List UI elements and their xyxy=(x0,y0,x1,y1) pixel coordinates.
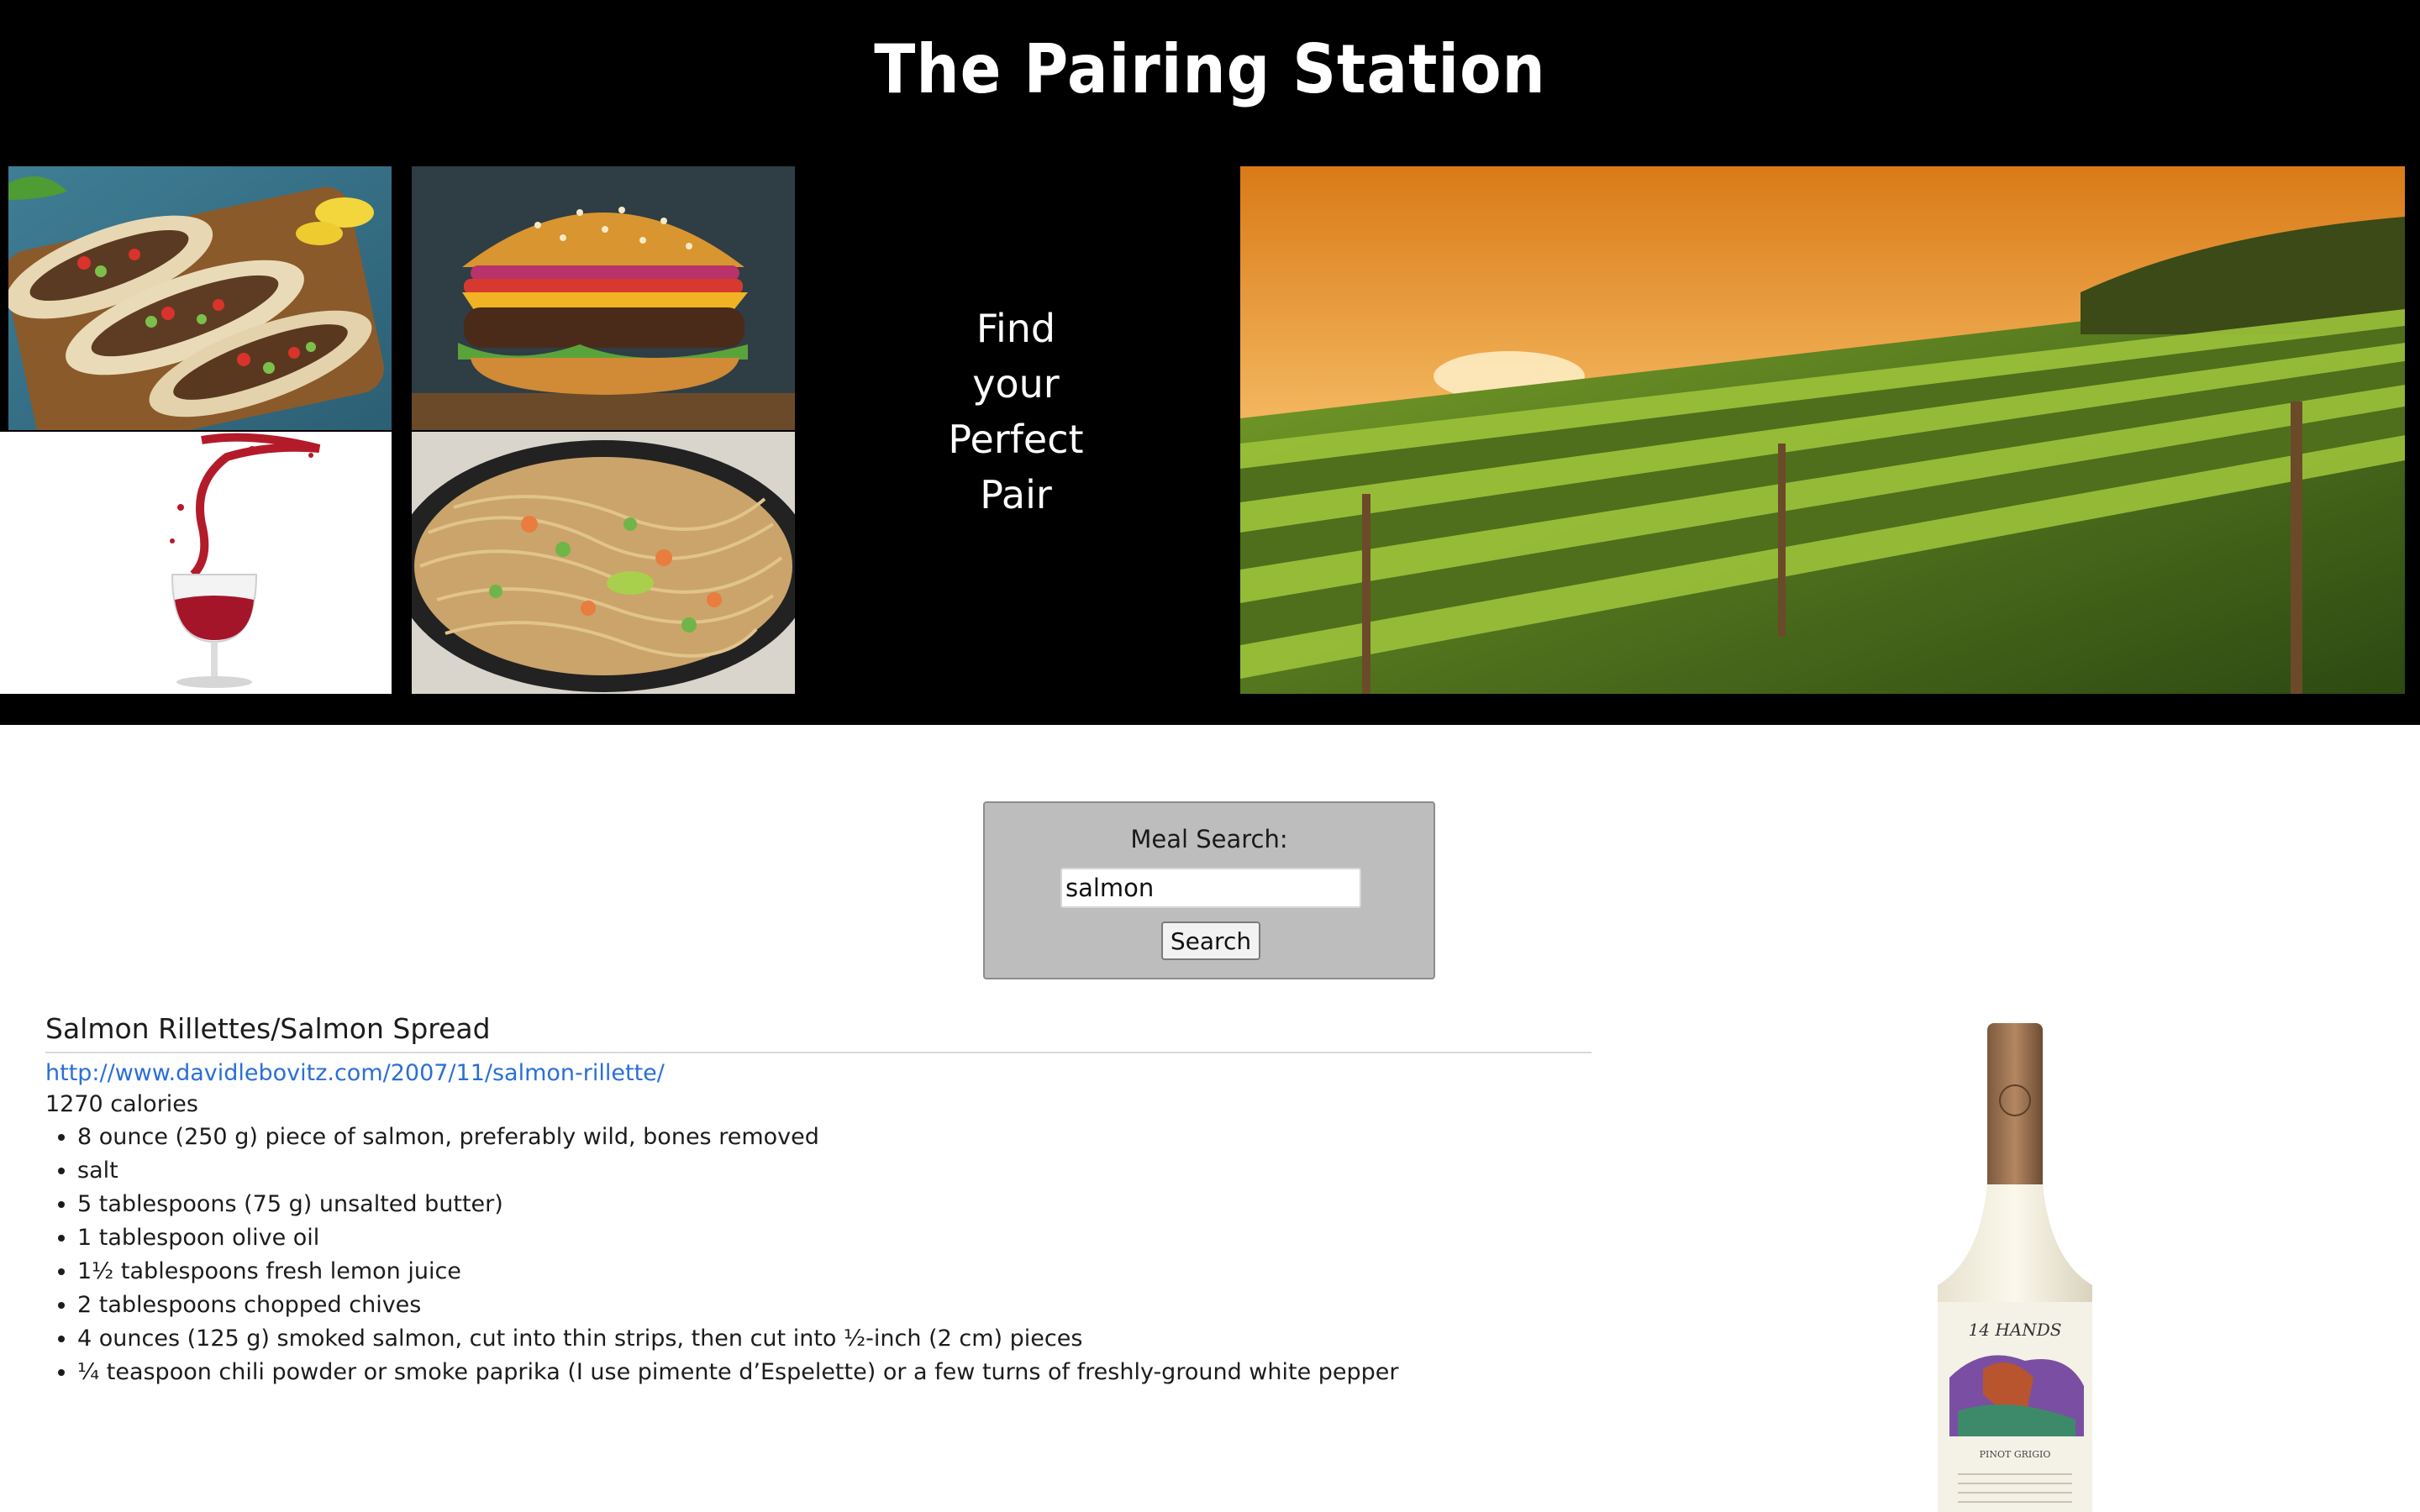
wine-brand-text: 14 HANDS xyxy=(1969,1320,2062,1340)
meal-search-panel: Meal Search: Search xyxy=(983,801,1435,979)
ingredient-item: 4 ounces (125 g) smoked salmon, cut into… xyxy=(77,1322,1591,1356)
recipe-title: Salmon Rillettes/Salmon Spread xyxy=(45,1012,1591,1053)
burger-photo xyxy=(412,166,795,430)
ingredient-item: salt xyxy=(77,1154,1591,1188)
hero-banner: Find your Perfect Pair xyxy=(0,166,2420,725)
ingredient-item: 1½ tablespoons fresh lemon juice xyxy=(77,1255,1591,1289)
recipe-calories: 1270 calories xyxy=(45,1091,198,1117)
ingredient-item: 1 tablespoon olive oil xyxy=(77,1221,1591,1255)
ingredient-item: 8 ounce (250 g) piece of salmon, prefera… xyxy=(77,1121,1591,1154)
tagline-line: Perfect xyxy=(948,417,1084,462)
wine-varietal-text: PINOT GRIGIO xyxy=(1980,1449,2051,1460)
site-title: The Pairing Station xyxy=(874,30,1546,108)
meal-search-label: Meal Search: xyxy=(1130,825,1288,853)
red-wine-glass-photo xyxy=(0,432,392,694)
recipe-link[interactable]: http://www.davidlebovitz.com/2007/11/sal… xyxy=(45,1060,1591,1086)
ingredient-item: ¼ teaspoon chili powder or smoke paprika… xyxy=(77,1356,1591,1389)
wine-bottle-image: 14 HANDS PINOT GRIGIO xyxy=(1907,1016,2126,1512)
recipe-result: Salmon Rillettes/Salmon Spread http://ww… xyxy=(45,1012,1591,1389)
tacos-photo xyxy=(8,166,392,430)
ingredient-list: 8 ounce (250 g) piece of salmon, prefera… xyxy=(45,1121,1591,1389)
vineyard-photo xyxy=(1240,166,2405,694)
ingredient-item: 5 tablespoons (75 g) unsalted butter) xyxy=(77,1188,1591,1221)
tagline-line: your xyxy=(972,361,1060,407)
noodles-photo xyxy=(412,432,795,694)
hero-tagline: Find your Perfect Pair xyxy=(795,301,1237,522)
search-button[interactable]: Search xyxy=(1161,921,1260,960)
site-header: The Pairing Station xyxy=(0,0,2420,166)
ingredient-item: 2 tablespoons chopped chives xyxy=(77,1289,1591,1322)
tagline-line: Find xyxy=(976,306,1056,351)
tagline-line: Pair xyxy=(980,472,1052,517)
meal-search-input[interactable] xyxy=(1060,868,1361,908)
